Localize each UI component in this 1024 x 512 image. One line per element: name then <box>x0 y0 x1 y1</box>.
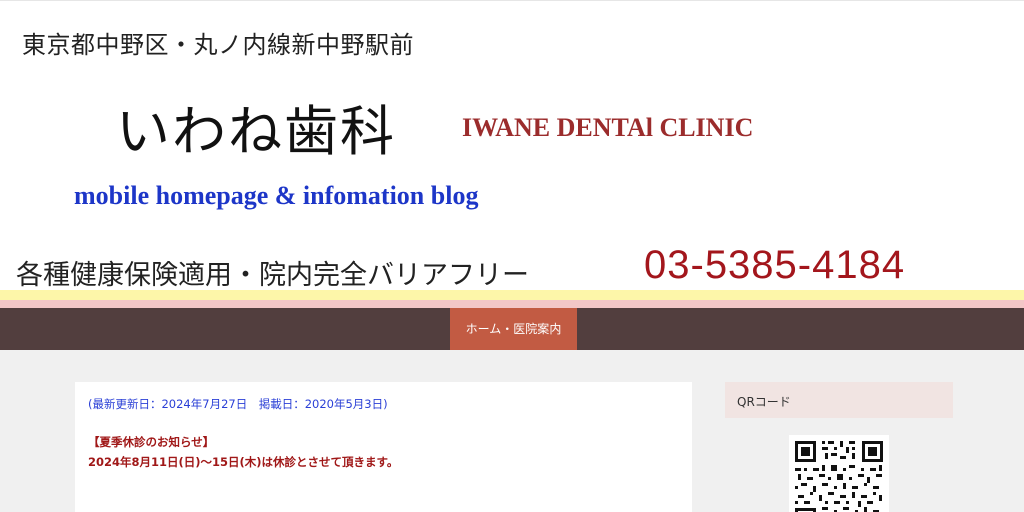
header-stripe-pink <box>0 300 1024 308</box>
site-header: 東京都中野区・丸ノ内線新中野駅前 いわね歯科 IWANE DENTAl CLIN… <box>0 0 1024 291</box>
clinic-name[interactable]: いわね歯科 <box>116 87 396 166</box>
notice-title: 【夏季休診のお知らせ】 <box>88 435 215 449</box>
clinic-name-en: IWANE DENTAl CLINIC <box>462 113 754 142</box>
header-location: 東京都中野区・丸ノ内線新中野駅前 <box>22 31 414 59</box>
sidebar-qr-title: QRコード <box>737 395 791 409</box>
header-stripe-yellow <box>0 290 1024 300</box>
notice-body: 2024年8月11日(日)〜15日(木)は休診とさせて頂きます。 <box>88 455 399 469</box>
sidebar-qr-header: QRコード <box>725 382 953 418</box>
main-nav: ホーム・医院案内 <box>0 308 1024 350</box>
header-phone[interactable]: 03-5385-4184 <box>644 243 905 288</box>
header-insurance: 各種健康保険適用・院内完全バリアフリー <box>16 260 529 291</box>
main-content: (最新更新日：2024年7月27日 掲載日：2020年5月3日) 【夏季休診のお… <box>75 382 692 512</box>
header-subtitle: mobile homepage & infomation blog <box>74 181 479 210</box>
nav-item-home[interactable]: ホーム・医院案内 <box>450 308 577 350</box>
qr-code-icon <box>789 435 889 512</box>
update-date-text: (最新更新日：2024年7月27日 掲載日：2020年5月3日) <box>88 397 388 411</box>
qr-code-graphic <box>789 435 889 512</box>
